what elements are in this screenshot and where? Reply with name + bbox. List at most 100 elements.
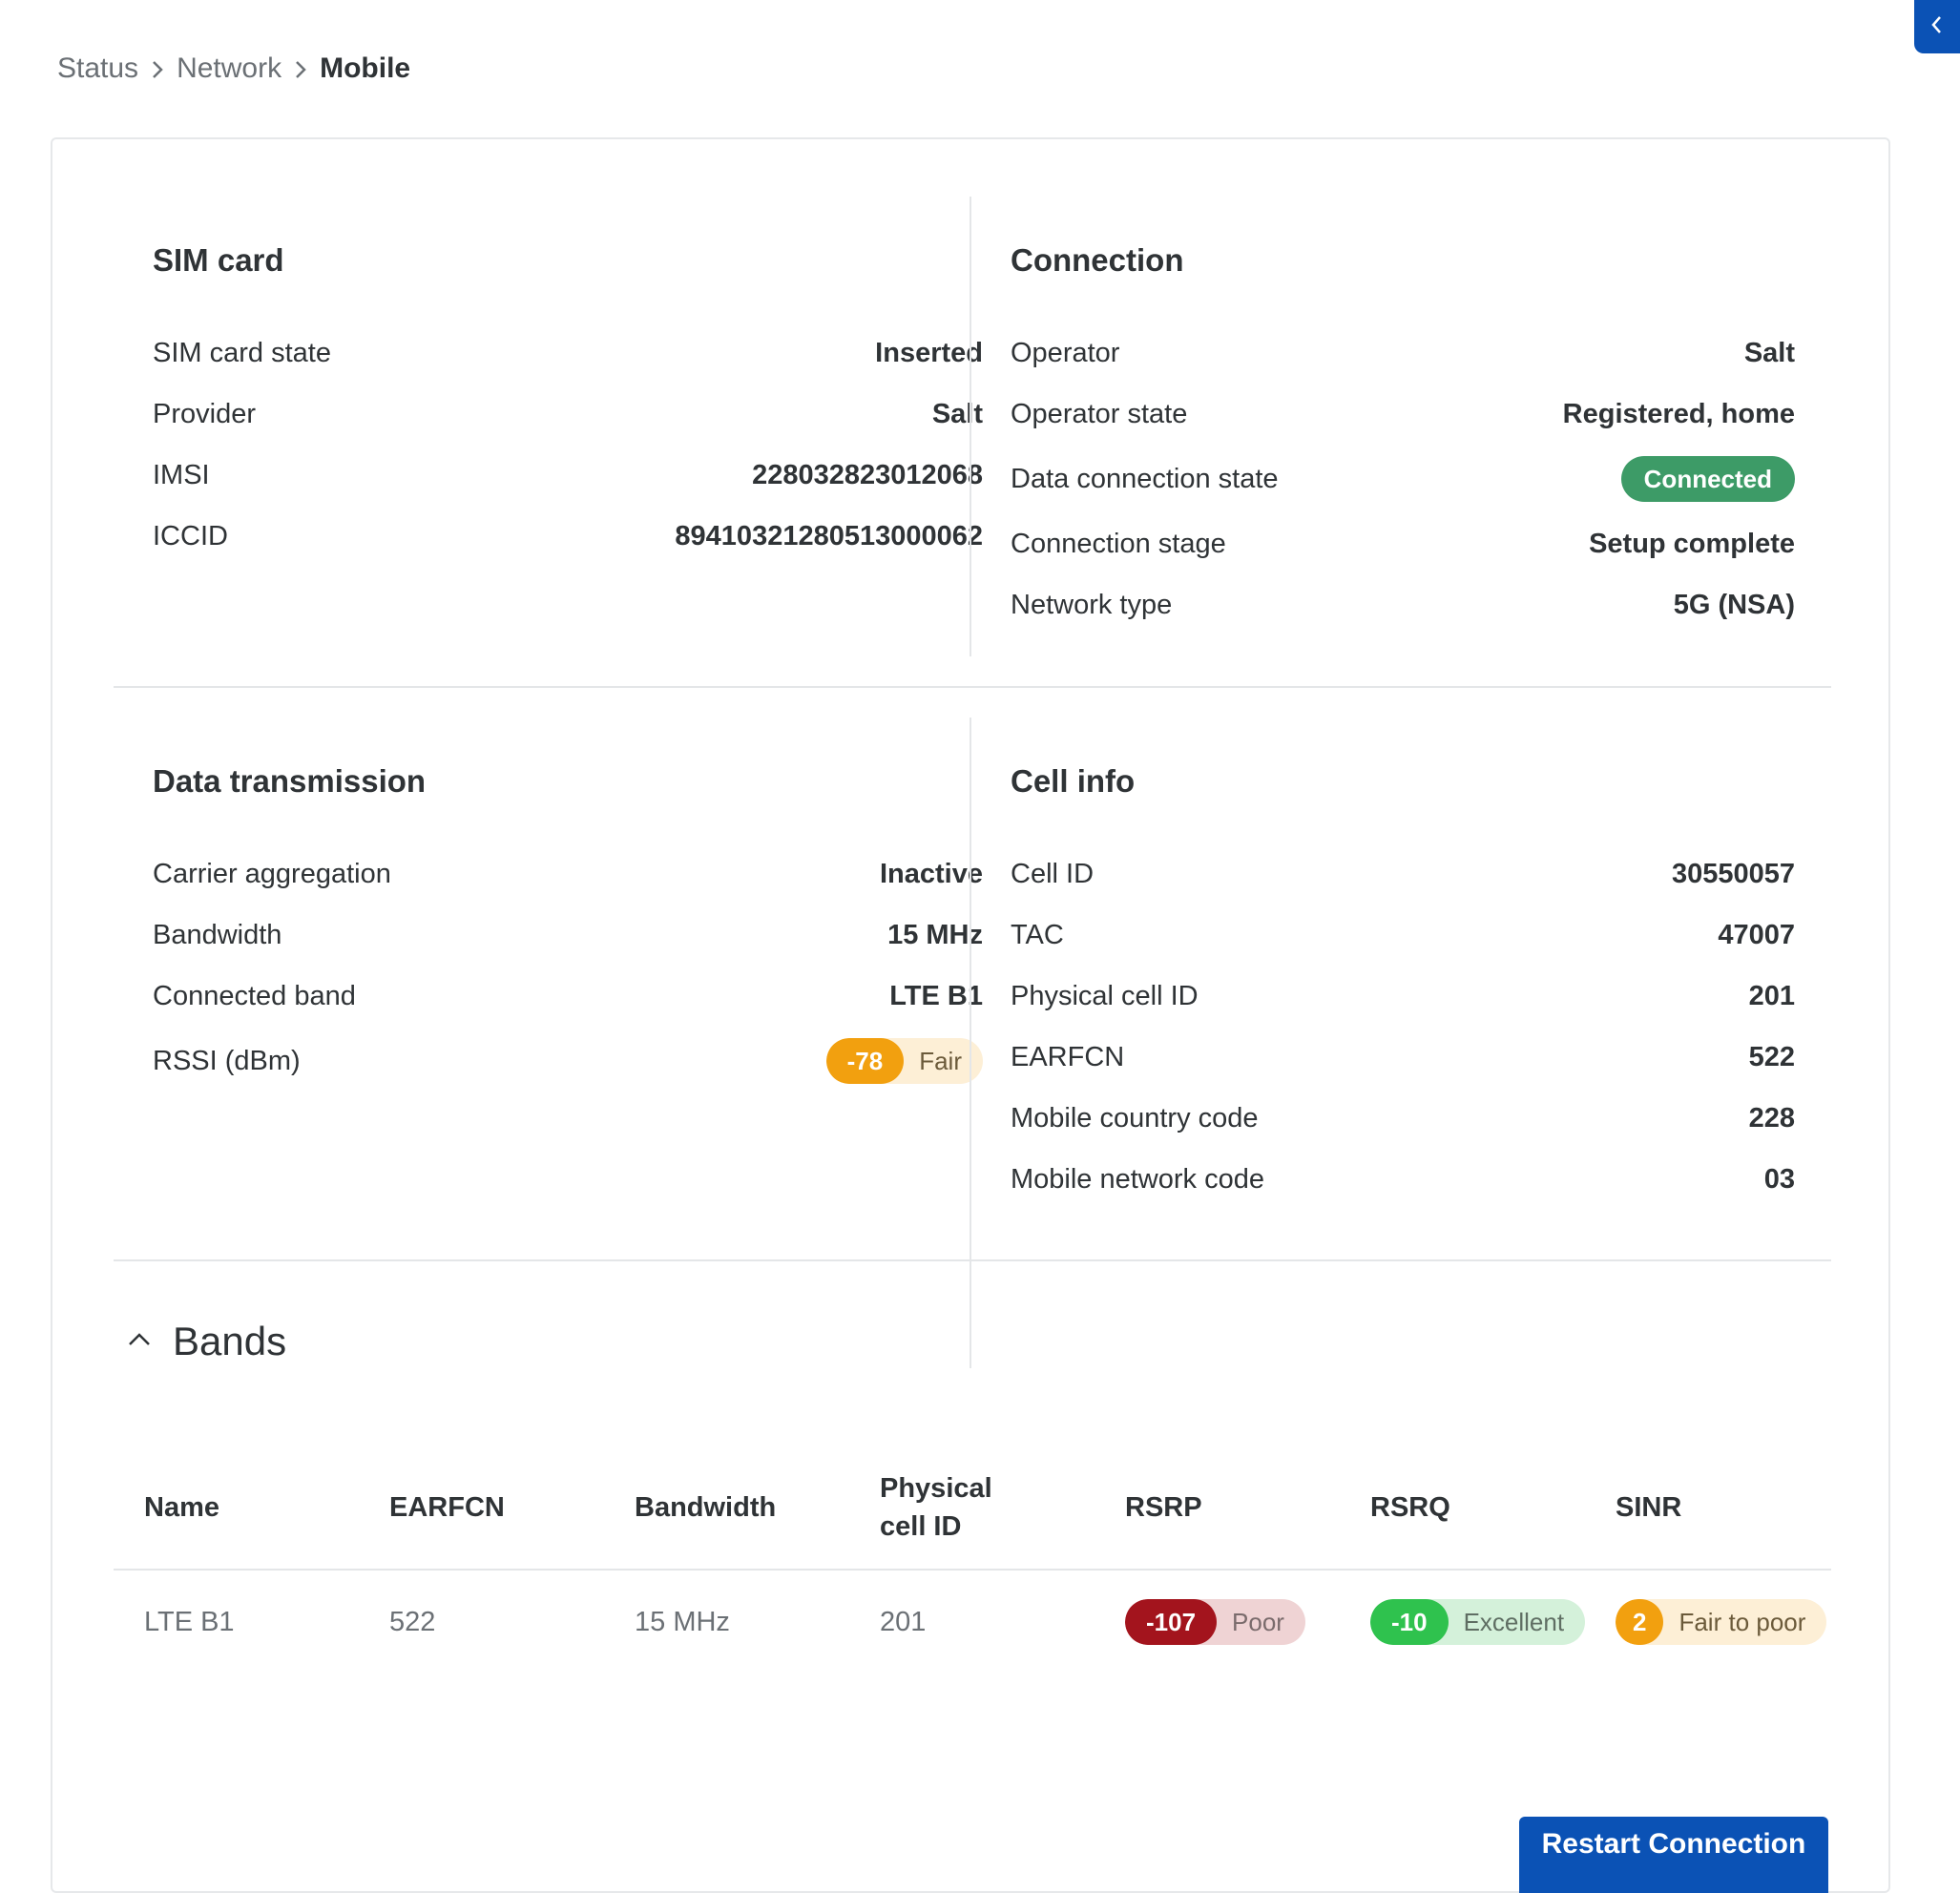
- kv-label: SIM card state: [153, 337, 331, 368]
- side-panel-toggle[interactable]: [1914, 0, 1960, 53]
- kv-label: Operator state: [1011, 398, 1188, 429]
- section-title: Connection: [1011, 242, 1184, 278]
- kv-label: RSSI (dBm): [153, 1045, 301, 1076]
- kv-value: 5G (NSA): [1673, 589, 1795, 620]
- cell-info-section: Cell info Cell ID 30550057 TAC 47007 Phy…: [1011, 758, 1795, 1210]
- kv-row: Cell ID 30550057: [1011, 843, 1795, 905]
- kv-row: Operator state Registered, home: [1011, 384, 1795, 445]
- cell-bandwidth: 15 MHz: [635, 1606, 730, 1637]
- kv-value: 522: [1748, 1041, 1795, 1072]
- kv-value: Inactive: [880, 858, 983, 889]
- data-transmission-section: Data transmission Carrier aggregation In…: [153, 758, 983, 1095]
- table-row: LTE B1 522 15 MHz 201 -107 Poor -10 Exce…: [114, 1571, 1831, 1674]
- kv-value: Salt: [1743, 337, 1795, 368]
- column-header-sinr: SINR: [1616, 1492, 1682, 1523]
- kv-label: Network type: [1011, 589, 1173, 620]
- kv-value: 47007: [1718, 919, 1795, 950]
- breadcrumb-status[interactable]: Status: [57, 52, 138, 85]
- kv-value: Registered, home: [1562, 398, 1795, 429]
- kv-value: 03: [1763, 1163, 1795, 1195]
- kv-row: EARFCN 522: [1011, 1027, 1795, 1088]
- kv-row: Carrier aggregation Inactive: [153, 843, 983, 905]
- kv-row: Connection stage Setup complete: [1011, 513, 1795, 574]
- kv-value: Inserted: [875, 337, 983, 368]
- kv-label: Provider: [153, 398, 256, 429]
- chevron-up-icon: [125, 1325, 154, 1359]
- connection-section: Connection Operator Salt Operator state …: [1011, 237, 1795, 635]
- cell-earfcn: 522: [389, 1606, 436, 1637]
- bands-toggle[interactable]: Bands: [125, 1313, 286, 1370]
- chevron-left-icon: [1929, 13, 1945, 41]
- kv-label: Bandwidth: [153, 919, 282, 950]
- table-header-row: Name EARFCN Bandwidth Physical cell ID R…: [114, 1446, 1831, 1571]
- column-header-name: Name: [144, 1492, 219, 1523]
- kv-value: 228032823012068: [752, 459, 983, 490]
- signal-value: -78: [825, 1038, 905, 1084]
- kv-label: IMSI: [153, 459, 210, 490]
- kv-row: SIM card state Inserted: [153, 322, 983, 384]
- chevron-right-icon: [138, 52, 177, 85]
- kv-label: Operator: [1011, 337, 1120, 368]
- kv-row: Operator Salt: [1011, 322, 1795, 384]
- kv-row: Mobile country code 228: [1011, 1088, 1795, 1149]
- kv-label: TAC: [1011, 919, 1064, 950]
- column-header-bandwidth: Bandwidth: [635, 1492, 777, 1523]
- row-divider: [114, 686, 1831, 688]
- column-header-earfcn: EARFCN: [389, 1492, 505, 1523]
- column-header-rsrq: RSRQ: [1370, 1492, 1450, 1523]
- kv-label: Mobile network code: [1011, 1163, 1264, 1195]
- chevron-right-icon: [281, 52, 320, 85]
- breadcrumb-mobile: Mobile: [320, 52, 411, 84]
- kv-label: Connection stage: [1011, 528, 1226, 559]
- kv-row: Connected band LTE B1: [153, 966, 983, 1027]
- cell-name: LTE B1: [144, 1606, 235, 1637]
- kv-value: 228: [1748, 1102, 1795, 1134]
- sim-card-section: SIM card SIM card state Inserted Provide…: [153, 237, 983, 567]
- sinr-signal-badge: 2 Fair to poor: [1616, 1599, 1827, 1645]
- kv-row: TAC 47007: [1011, 905, 1795, 966]
- kv-label: Data connection state: [1011, 463, 1279, 494]
- kv-value: 89410321280513000062: [675, 520, 983, 551]
- rssi-signal-badge: -78 Fair: [825, 1038, 983, 1084]
- kv-value: Salt: [931, 398, 983, 429]
- kv-label: EARFCN: [1011, 1041, 1125, 1072]
- kv-value: 201: [1748, 980, 1795, 1011]
- column-divider: [970, 197, 971, 656]
- kv-value: 15 MHz: [887, 919, 983, 950]
- section-title: SIM card: [153, 242, 284, 278]
- signal-value: -107: [1125, 1599, 1218, 1645]
- restart-connection-button[interactable]: Restart Connection: [1519, 1817, 1828, 1893]
- kv-row: Bandwidth 15 MHz: [153, 905, 983, 966]
- kv-row: RSSI (dBm) -78 Fair: [153, 1027, 983, 1095]
- cell-rsrq: -10 Excellent: [1340, 1599, 1586, 1645]
- kv-label: Cell ID: [1011, 858, 1095, 889]
- signal-quality: Fair to poor: [1679, 1607, 1806, 1636]
- breadcrumb-network[interactable]: Network: [177, 52, 281, 85]
- signal-value: 2: [1616, 1599, 1664, 1645]
- kv-value: 30550057: [1671, 858, 1795, 889]
- kv-row: Data connection state Connected: [1011, 445, 1795, 513]
- kv-label: Physical cell ID: [1011, 980, 1199, 1011]
- section-title: Cell info: [1011, 763, 1136, 799]
- column-divider: [970, 718, 971, 1368]
- kv-row: IMSI 228032823012068: [153, 445, 983, 506]
- row-divider: [114, 1259, 1831, 1261]
- kv-label: Mobile country code: [1011, 1102, 1259, 1134]
- kv-row: Physical cell ID 201: [1011, 966, 1795, 1027]
- kv-label: Connected band: [153, 980, 356, 1011]
- kv-value: Setup complete: [1589, 528, 1795, 559]
- rsrp-signal-badge: -107 Poor: [1125, 1599, 1305, 1645]
- cell-sinr: 2 Fair to poor: [1585, 1599, 1827, 1645]
- kv-row: Provider Salt: [153, 384, 983, 445]
- bands-table: Name EARFCN Bandwidth Physical cell ID R…: [114, 1446, 1831, 1674]
- signal-value: -10: [1370, 1599, 1449, 1645]
- bands-title: Bands: [173, 1319, 287, 1363]
- kv-label: ICCID: [153, 520, 228, 551]
- kv-label: Carrier aggregation: [153, 858, 391, 889]
- signal-quality: Excellent: [1463, 1607, 1565, 1636]
- column-header-physical-cell-id: Physical cell ID: [880, 1473, 992, 1542]
- signal-quality: Poor: [1232, 1607, 1284, 1636]
- mobile-status-card: SIM card SIM card state Inserted Provide…: [51, 137, 1890, 1893]
- connected-status-badge: Connected: [1620, 456, 1795, 502]
- cell-rsrp: -107 Poor: [1095, 1599, 1340, 1645]
